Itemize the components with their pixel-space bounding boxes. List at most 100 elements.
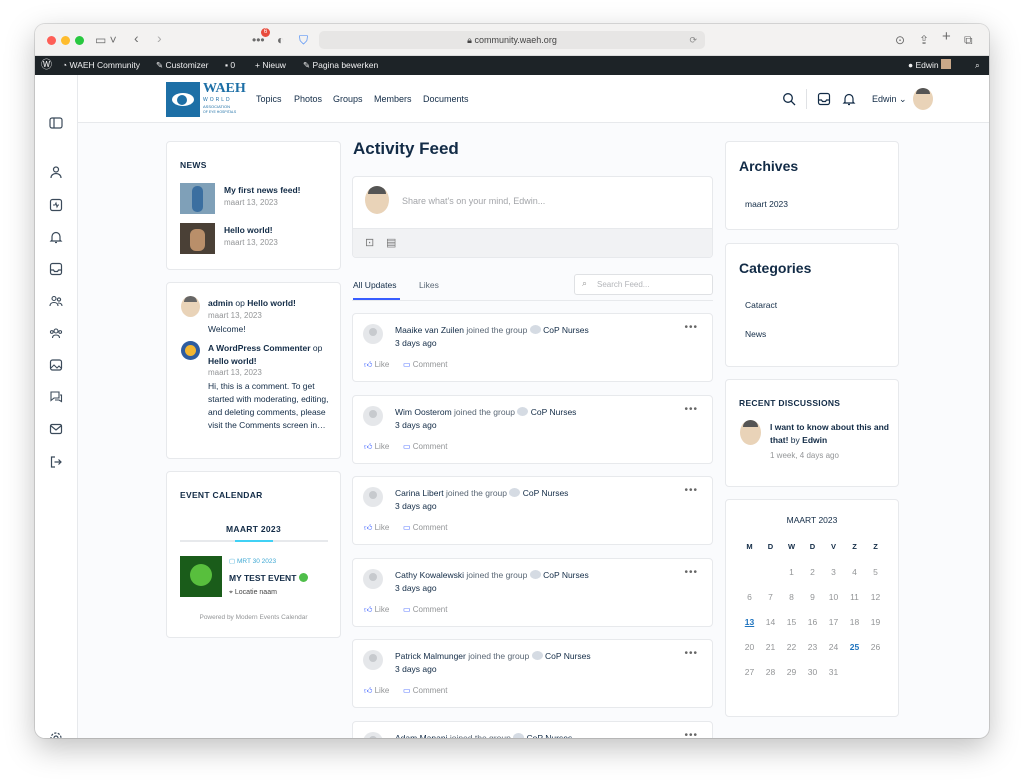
calendar-day[interactable]: 23 [802,634,823,659]
site-logo[interactable]: WAEH WORLD ASSOCIATION OF EYE HOSPITALS [166,81,246,117]
shield-icon[interactable]: ⛉ [299,32,308,48]
wp-account-link[interactable]: ● Edwin [908,56,952,75]
comment-avatar[interactable] [181,341,200,360]
panel-toggle-icon[interactable] [49,116,63,130]
wp-customizer-link[interactable]: ✎ Customizer [156,56,208,75]
calendar-day[interactable]: 15 [781,609,802,634]
user-avatar[interactable] [363,324,383,344]
calendar-day[interactable]: 30 [802,659,823,684]
calendar-day[interactable]: 10 [823,584,844,609]
activity-group-link[interactable]: CoP Nurses [543,325,589,335]
calendar-day[interactable]: 16 [802,609,823,634]
activity-group-link[interactable]: CoP Nurses [527,733,573,739]
like-button[interactable]: 👍︎ Like [364,442,389,452]
wp-search-icon[interactable]: ⌕ [975,56,980,75]
new-tab-icon[interactable]: + [942,29,951,45]
activity-user-link[interactable]: Carina Libert [395,488,444,498]
activity-group-link[interactable]: CoP Nurses [545,651,591,661]
comment-avatar[interactable] [181,296,200,317]
tab-likes[interactable]: Likes [419,280,439,290]
comment-button[interactable]: ▭ Comment [403,686,447,695]
forums-icon[interactable] [49,390,63,404]
calendar-day[interactable]: 27 [739,659,760,684]
logout-icon[interactable] [49,455,63,469]
nav-members[interactable]: Members [374,75,412,123]
news-thumb-1[interactable] [180,183,215,214]
news-item-title[interactable]: My first news feed! [224,185,301,195]
profile-icon[interactable] [49,165,63,179]
like-button[interactable]: 👍︎ Like [364,523,389,533]
zoom-window-button[interactable] [75,36,84,45]
more-options-icon[interactable]: ••• [684,730,698,739]
minimize-window-button[interactable] [61,36,70,45]
more-options-icon[interactable]: ••• [684,322,698,333]
close-window-button[interactable] [47,36,56,45]
calendar-day[interactable]: 29 [781,659,802,684]
activity-user-link[interactable]: Patrick Malmunger [395,651,466,661]
back-icon[interactable]: ‹ [134,30,139,46]
download-icon[interactable]: ⊙ [895,32,905,48]
calendar-day[interactable]: 24 [823,634,844,659]
user-avatar[interactable] [363,568,383,589]
wp-edit-page-link[interactable]: ✎ Pagina bewerken [303,56,378,75]
category-link[interactable]: News [745,329,766,339]
activity-group-link[interactable]: CoP Nurses [543,570,589,580]
activity-user-link[interactable]: Adam Manani [395,733,447,739]
discussion-topic-link[interactable]: I want to know about this and that! [770,422,889,445]
bell-icon[interactable] [49,230,63,244]
address-bar[interactable]: 🔒︎ community.waeh.org ⟳ [319,31,705,49]
nav-topics[interactable]: Topics [256,75,282,123]
calendar-day[interactable]: 17 [823,609,844,634]
calendar-day[interactable]: 3 [823,559,844,584]
calendar-day[interactable]: 7 [760,584,781,609]
header-inbox-icon[interactable] [817,92,831,106]
comment-author[interactable]: admin [208,298,233,308]
search-icon[interactable] [782,92,796,106]
comment-button[interactable]: ▭ Comment [403,360,447,369]
forward-icon[interactable]: › [157,30,162,46]
discussion-author-link[interactable]: Edwin [802,435,827,445]
calendar-day[interactable]: 11 [844,584,865,609]
share-icon[interactable]: ⇪ [919,32,929,48]
comment-button[interactable]: ▭ Comment [403,523,447,532]
privacy-icon[interactable]: ◐ [277,32,284,48]
calendar-day[interactable]: 26 [865,634,886,659]
nav-photos[interactable]: Photos [294,75,322,123]
calendar-day[interactable]: 31 [823,659,844,684]
comment-post-link[interactable]: Hello world! [208,356,257,366]
nav-documents[interactable]: Documents [423,75,469,123]
event-name-text[interactable]: MY TEST EVENT [229,573,296,583]
wp-comments-link[interactable]: ▪ 0 [225,56,235,75]
activity-user-link[interactable]: Wim Oosterom [395,407,452,417]
sidebar-toggle-icon[interactable]: ▭ ˅ [95,32,117,48]
tabs-overview-icon[interactable]: ⧉ [964,32,973,48]
inbox-icon[interactable] [49,262,63,276]
header-bell-icon[interactable] [842,92,856,106]
more-options-icon[interactable]: ••• [684,485,698,496]
wp-site-link[interactable]: ◔ WAEH Community [62,56,140,75]
settings-gear-icon[interactable] [49,731,63,738]
event-thumb[interactable] [180,556,222,597]
activity-user-link[interactable]: Cathy Kowalewski [395,570,464,580]
comment-button[interactable]: ▭ Comment [403,442,447,451]
document-icon[interactable]: ▤ [386,236,396,249]
groups-icon[interactable] [49,326,63,340]
wordpress-logo-icon[interactable]: Ⓦ [41,56,52,75]
calendar-day[interactable]: 28 [760,659,781,684]
discussion-avatar[interactable] [740,420,761,445]
more-options-icon[interactable]: ••• [684,404,698,415]
calendar-day[interactable]: 6 [739,584,760,609]
calendar-day[interactable]: 21 [760,634,781,659]
messages-icon[interactable] [49,422,63,436]
wp-new-link[interactable]: + Nieuw [255,56,286,75]
comment-button[interactable]: ▭ Comment [403,605,447,614]
tab-all-updates[interactable]: All Updates [353,280,396,290]
user-avatar[interactable] [363,650,383,670]
news-thumb-2[interactable] [180,223,215,254]
comment-author[interactable]: A WordPress Commenter [208,343,311,353]
like-button[interactable]: 👍︎ Like [364,605,389,615]
activity-group-link[interactable]: CoP Nurses [531,407,577,417]
calendar-day[interactable]: 19 [865,609,886,634]
user-avatar[interactable] [363,487,383,507]
calendar-day[interactable]: 8 [781,584,802,609]
